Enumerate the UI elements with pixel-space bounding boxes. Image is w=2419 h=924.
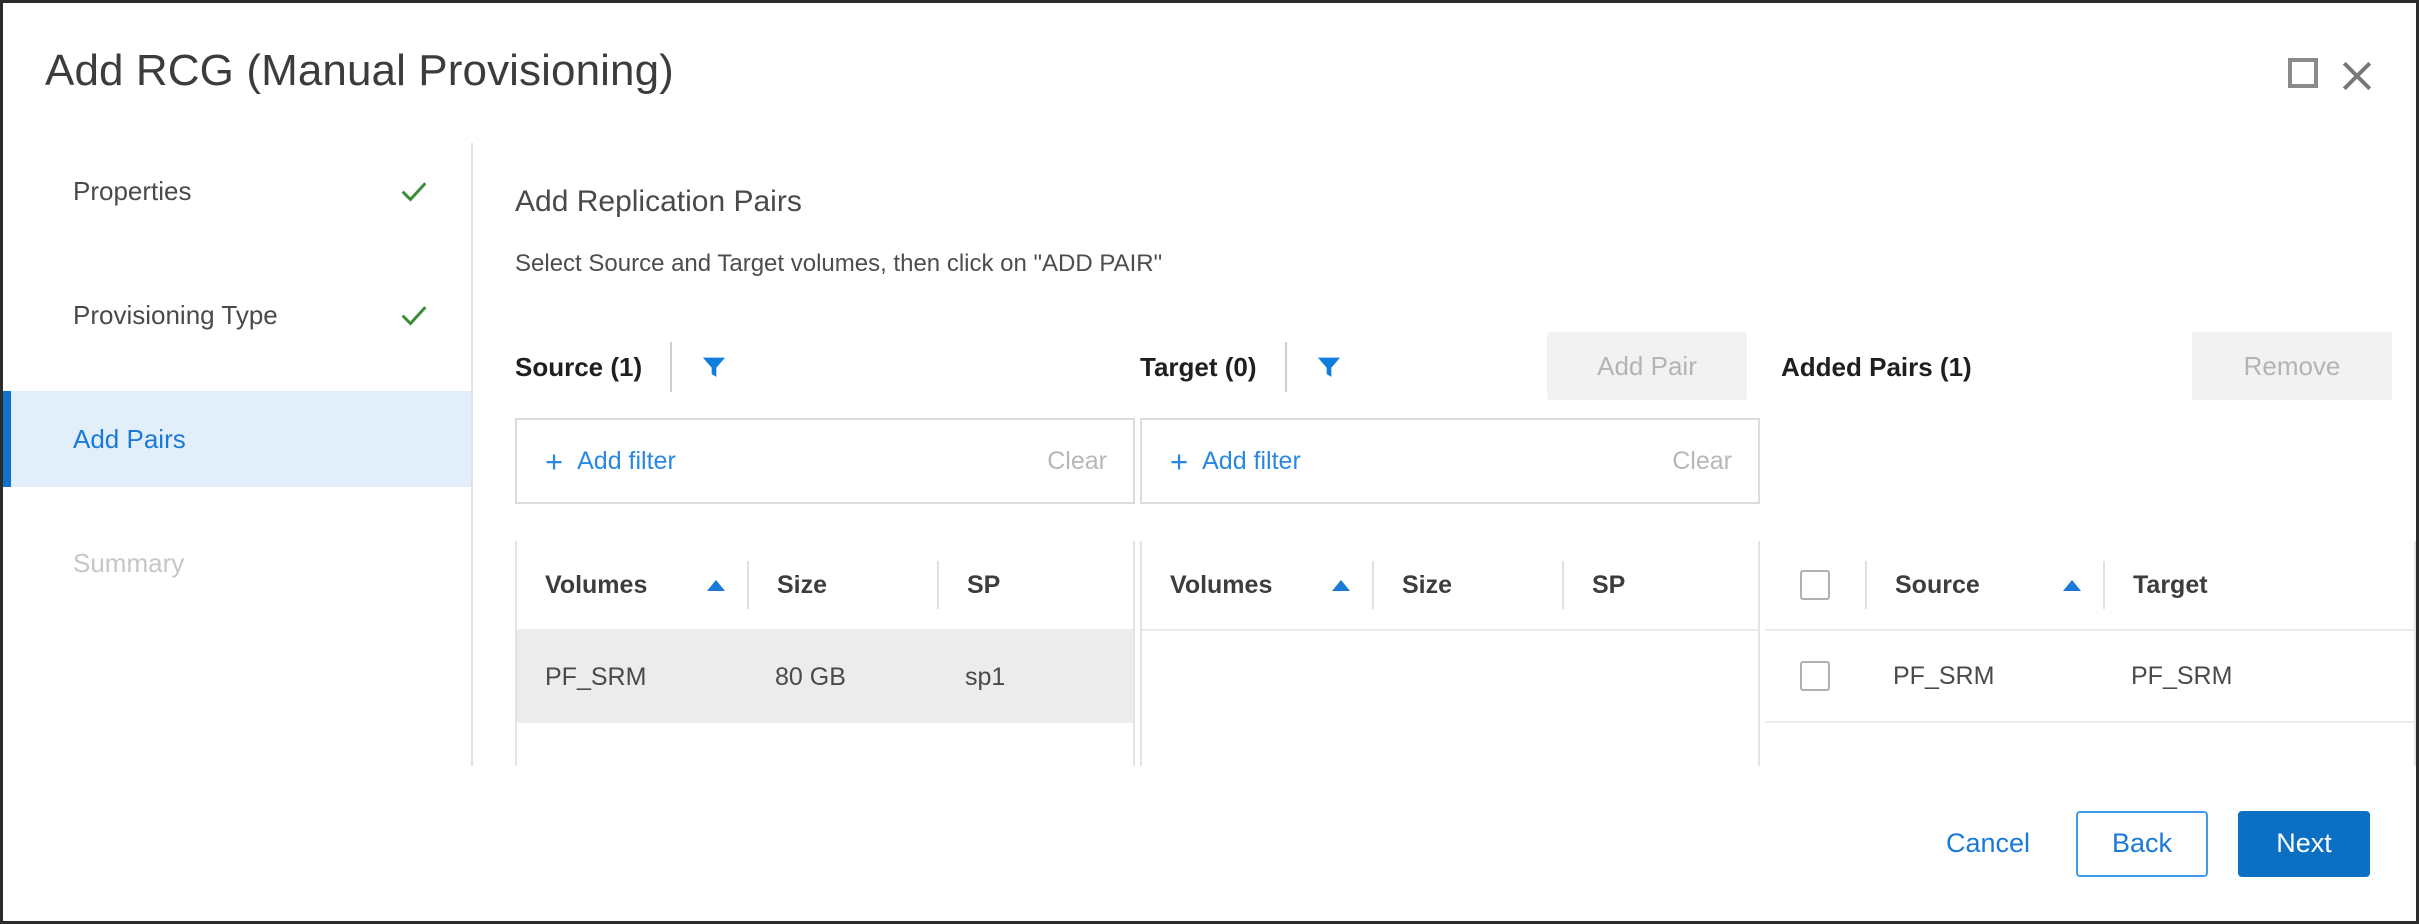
column-header-size[interactable]: Size (1372, 561, 1562, 609)
back-button[interactable]: Back (2076, 810, 2208, 877)
table-header-row: Volumes Size SP (1142, 541, 1758, 631)
cell-sp: sp1 (937, 631, 1133, 723)
sidebar-item-label: Summary (73, 547, 185, 578)
plus-icon: + (545, 443, 564, 479)
column-header-sp[interactable]: SP (1562, 561, 1758, 609)
sidebar-item-label: Properties (73, 175, 192, 206)
select-all-checkbox[interactable] (1800, 570, 1830, 600)
step-spacer-3 (3, 487, 471, 515)
source-volumes-table: Volumes Size SP PF_SRM 80 GB sp1 (515, 541, 1135, 766)
cell-volume: PF_SRM (517, 631, 747, 723)
filter-funnel-icon[interactable] (700, 353, 728, 381)
column-header-select-all (1765, 561, 1865, 609)
remove-button[interactable]: Remove (2192, 332, 2392, 400)
step-spacer-1 (3, 239, 471, 267)
column-header-volumes[interactable]: Volumes (1142, 561, 1372, 609)
column-header-label: SP (967, 570, 1001, 599)
column-header-label: SP (1592, 570, 1626, 599)
cell-text: 80 GB (775, 662, 846, 691)
sidebar-item-label: Add Pairs (73, 423, 186, 454)
sidebar-item-properties[interactable]: Properties (3, 143, 471, 239)
source-clear-filter-button[interactable]: Clear (1047, 447, 1107, 476)
table-row[interactable]: PF_SRM 80 GB sp1 (517, 631, 1133, 723)
step-spacer-2 (3, 363, 471, 391)
page-title: Add Replication Pairs (515, 185, 802, 218)
column-header-label: Size (777, 570, 828, 599)
cell-source: PF_SRM (1865, 631, 2103, 721)
panels-header-strip: Source (1) Target (0) Add Pair Added Pai… (475, 328, 2416, 406)
sidebar-item-label: Provisioning Type (73, 299, 278, 330)
cell-target: PF_SRM (2103, 631, 2353, 721)
dialog-footer: Cancel Back Next (3, 766, 2416, 921)
window-controls (2288, 55, 2378, 97)
source-filter-bar: + Add filter Clear (515, 418, 1135, 504)
table-header-row: Source Target (1765, 541, 2414, 631)
target-panel-header: Target (0) (1140, 338, 1343, 396)
dialog-titlebar: Add RCG (Manual Provisioning) (3, 3, 2416, 138)
added-pairs-table: Source Target PF_SRM PF_SRM (1765, 541, 2416, 766)
column-header-sp[interactable]: SP (937, 561, 1133, 609)
sidebar-item-add-pairs[interactable]: Add Pairs (3, 391, 471, 487)
row-checkbox[interactable] (1800, 661, 1830, 691)
close-icon[interactable] (2336, 55, 2378, 97)
main-content: Add Replication Pairs Select Source and … (475, 143, 2416, 766)
filter-funnel-icon[interactable] (1315, 353, 1343, 381)
cell-size: 80 GB (747, 631, 937, 723)
wizard-steps-sidebar: Properties Provisioning Type Add Pairs S… (3, 143, 473, 766)
cancel-button[interactable]: Cancel (1930, 818, 2046, 869)
divider (1284, 342, 1287, 392)
column-header-source[interactable]: Source (1865, 561, 2103, 609)
sort-ascending-icon[interactable] (2063, 579, 2081, 591)
added-pairs-panel-header: Added Pairs (1) (1781, 338, 1972, 396)
cell-text: PF_SRM (1893, 661, 1995, 690)
add-rcg-dialog: Add RCG (Manual Provisioning) Properties… (0, 0, 2419, 924)
sort-ascending-icon[interactable] (1332, 579, 1350, 591)
source-panel-header: Source (1) (515, 338, 728, 396)
check-icon (401, 306, 427, 326)
target-volumes-table: Volumes Size SP (1140, 541, 1760, 766)
source-add-filter-button[interactable]: + Add filter (545, 446, 676, 477)
sort-ascending-icon[interactable] (707, 579, 725, 591)
target-filter-bar: + Add filter Clear (1140, 418, 1760, 504)
divider (670, 342, 673, 392)
column-header-volumes[interactable]: Volumes (517, 561, 747, 609)
check-icon (401, 182, 427, 202)
column-header-label: Size (1402, 570, 1453, 599)
dialog-title: Add RCG (Manual Provisioning) (45, 46, 674, 95)
maximize-icon[interactable] (2288, 58, 2318, 88)
cell-text: PF_SRM (2131, 661, 2233, 690)
sidebar-item-summary: Summary (3, 515, 471, 611)
plus-icon: + (1170, 443, 1189, 479)
added-pairs-title: Added Pairs (1) (1781, 351, 1972, 382)
table-row[interactable]: PF_SRM PF_SRM (1765, 631, 2414, 723)
column-header-label: Target (2133, 570, 2208, 599)
column-header-size[interactable]: Size (747, 561, 937, 609)
target-panel-title: Target (0) (1140, 351, 1257, 382)
add-filter-label: Add filter (1202, 446, 1301, 475)
add-filter-label: Add filter (577, 446, 676, 475)
cell-text: sp1 (965, 662, 1006, 691)
column-header-label: Volumes (545, 570, 648, 599)
source-panel-title: Source (1) (515, 351, 643, 382)
target-add-filter-button[interactable]: + Add filter (1170, 446, 1301, 477)
cell-row-checkbox (1765, 631, 1865, 721)
add-pair-button[interactable]: Add Pair (1547, 332, 1747, 400)
column-header-label: Volumes (1170, 570, 1273, 599)
page-subtitle: Select Source and Target volumes, then c… (515, 250, 1163, 277)
table-header-row: Volumes Size SP (517, 541, 1133, 631)
column-header-label: Source (1895, 570, 1980, 599)
sidebar-item-provisioning-type[interactable]: Provisioning Type (3, 267, 471, 363)
column-header-target[interactable]: Target (2103, 561, 2353, 609)
cell-text: PF_SRM (545, 662, 647, 691)
target-clear-filter-button[interactable]: Clear (1672, 447, 1732, 476)
next-button[interactable]: Next (2238, 810, 2370, 877)
